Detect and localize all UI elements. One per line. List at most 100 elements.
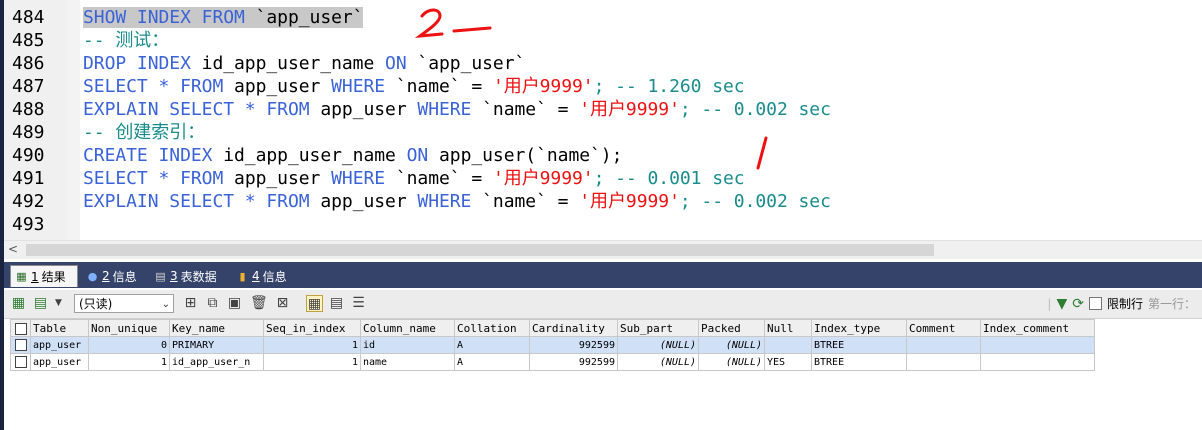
- code-line[interactable]: -- 创建索引：: [83, 121, 205, 144]
- table-cell[interactable]: [906, 336, 981, 354]
- column-header[interactable]: Non_unique: [88, 319, 170, 337]
- code-token: SELECT * FROM: [83, 168, 235, 189]
- table-cell[interactable]: (NULL): [698, 336, 765, 354]
- tab-label: 信息: [262, 269, 287, 284]
- column-header[interactable]: Comment: [906, 319, 981, 337]
- table-cell[interactable]: id: [360, 336, 455, 354]
- text-view-icon[interactable]: ☰: [350, 295, 367, 312]
- code-token: app_user: [320, 99, 418, 120]
- tab-messages[interactable]: ● 2 信息: [82, 265, 146, 287]
- column-header[interactable]: Key_name: [169, 319, 264, 337]
- code-line[interactable]: -- 测试：: [83, 29, 169, 52]
- cancel-changes-icon[interactable]: ⊠: [274, 295, 291, 312]
- sql-editor[interactable]: 484 485 486 487 488 489 490 491 492 493 SHOW INDE…: [4, 0, 1202, 240]
- table-cell[interactable]: (NULL): [617, 336, 699, 354]
- line-number-gutter: 484 485 486 487 488 489 490 491 492 493: [4, 0, 66, 240]
- table-cell[interactable]: 992599: [529, 353, 618, 371]
- duplicate-row-icon[interactable]: ⧉: [204, 295, 221, 312]
- chevron-down-icon: ⌄: [161, 299, 170, 310]
- export-grid-icon[interactable]: ▦: [10, 295, 27, 312]
- limit-rows-checkbox[interactable]: [1088, 297, 1102, 310]
- table-cell[interactable]: YES: [764, 353, 812, 371]
- table-cell[interactable]: (NULL): [698, 353, 765, 371]
- grid-view-icon[interactable]: ▦: [306, 295, 323, 312]
- table-cell[interactable]: PRIMARY: [169, 336, 264, 354]
- tab-number: 3: [170, 269, 178, 283]
- table-cell[interactable]: id_app_user_n: [169, 353, 264, 371]
- code-line[interactable]: EXPLAIN SELECT * FROM app_user WHERE `na…: [83, 190, 831, 213]
- code-token: app_user(`name`);: [439, 145, 623, 166]
- line-number: 493: [12, 214, 45, 235]
- column-header[interactable]: Seq_in_index: [263, 319, 361, 337]
- tab-info[interactable]: ▮ 4 信息: [232, 265, 298, 287]
- column-header[interactable]: Cardinality: [529, 319, 618, 337]
- code-token: ON: [385, 53, 418, 74]
- scroll-left-arrow-icon[interactable]: <: [8, 242, 18, 256]
- tab-table-data[interactable]: ▤ 3 表数据: [150, 265, 230, 287]
- column-header[interactable]: Collation: [454, 319, 530, 337]
- table-cell[interactable]: A: [454, 353, 530, 371]
- line-number: 485: [12, 30, 45, 51]
- table-row[interactable]: app_user 1 id_app_user_n 1 name A 992599 (NULL)…: [10, 353, 1095, 371]
- refresh-icon[interactable]: ⟳: [1072, 296, 1084, 312]
- delete-icon[interactable]: 🗑: [250, 295, 268, 312]
- editor-horizontal-scrollbar[interactable]: <: [4, 240, 1202, 259]
- table-cell[interactable]: 0: [88, 336, 170, 354]
- column-header[interactable]: Column_name: [360, 319, 455, 337]
- table-cell[interactable]: [764, 336, 812, 354]
- result-table: Table Non_unique Key_name Seq_in_index Colum…: [10, 319, 1095, 371]
- table-cell[interactable]: app_user: [30, 353, 89, 371]
- column-header[interactable]: Packed: [698, 319, 765, 337]
- line-number: 487: [12, 76, 45, 97]
- code-token: id_app_user_name: [223, 145, 407, 166]
- save-icon[interactable]: ▣: [226, 295, 243, 312]
- code-token: `name` =: [395, 76, 493, 97]
- table-cell[interactable]: 1: [88, 353, 170, 371]
- code-token: ; -- 0.001 sec: [593, 168, 745, 189]
- code-line[interactable]: SELECT * FROM app_user WHERE `name` = '用…: [83, 167, 745, 190]
- table-cell[interactable]: [906, 353, 981, 371]
- code-line[interactable]: CREATE INDEX id_app_user_name ON app_use…: [83, 144, 622, 167]
- dropdown-arrow-icon[interactable]: ▼: [50, 295, 67, 312]
- code-token: `name` =: [395, 168, 493, 189]
- column-header[interactable]: Index_type: [811, 319, 907, 337]
- code-token: `name` =: [482, 191, 580, 212]
- column-header[interactable]: Index_comment: [980, 319, 1095, 337]
- table-row[interactable]: app_user 0 PRIMARY 1 id A 992599 (NULL) (NULL) BT…: [10, 336, 1095, 354]
- column-header[interactable]: Sub_part: [617, 319, 699, 337]
- form-view-icon[interactable]: ▤: [328, 295, 345, 312]
- code-token: app_user: [234, 168, 332, 189]
- row-checkbox[interactable]: [10, 336, 31, 354]
- column-header[interactable]: Table: [30, 319, 89, 337]
- table-cell[interactable]: BTREE: [811, 353, 907, 371]
- code-token: CREATE INDEX: [83, 145, 224, 166]
- code-line[interactable]: SHOW INDEX FROM `app_user`: [83, 6, 364, 29]
- table-cell[interactable]: 1: [263, 336, 361, 354]
- fold-margin: [66, 0, 80, 240]
- add-row-icon[interactable]: ⊞: [182, 295, 199, 312]
- table-cell[interactable]: (NULL): [617, 353, 699, 371]
- table-cell[interactable]: 1: [263, 353, 361, 371]
- code-line[interactable]: DROP INDEX id_app_user_name ON `app_user…: [83, 52, 525, 75]
- code-token: '用户9999': [492, 168, 594, 189]
- code-line[interactable]: EXPLAIN SELECT * FROM app_user WHERE `na…: [83, 98, 831, 121]
- import-grid-icon[interactable]: ▤: [32, 295, 49, 312]
- table-cell[interactable]: BTREE: [811, 336, 907, 354]
- code-line[interactable]: SELECT * FROM app_user WHERE `name` = '用…: [83, 75, 745, 98]
- tab-result[interactable]: ▦ 1 结果: [10, 265, 78, 287]
- row-checkbox[interactable]: [10, 353, 31, 371]
- table-cell[interactable]: app_user: [30, 336, 89, 354]
- table-cell[interactable]: [980, 336, 1095, 354]
- code-token: `app_user`: [255, 7, 364, 28]
- table-cell[interactable]: [980, 353, 1095, 371]
- table-header-row: Table Non_unique Key_name Seq_in_index Colum…: [10, 319, 1095, 337]
- result-mode-select[interactable]: (只读) ⌄: [74, 294, 174, 313]
- scrollbar-thumb[interactable]: [26, 244, 934, 256]
- table-cell[interactable]: name: [360, 353, 455, 371]
- table-cell[interactable]: A: [454, 336, 530, 354]
- filter-icon[interactable]: ▼: [1056, 296, 1067, 312]
- select-all-checkbox[interactable]: [10, 319, 31, 337]
- result-grid: Table Non_unique Key_name Seq_in_index Colum…: [4, 319, 1202, 430]
- table-cell[interactable]: 992599: [529, 336, 618, 354]
- column-header[interactable]: Null: [764, 319, 812, 337]
